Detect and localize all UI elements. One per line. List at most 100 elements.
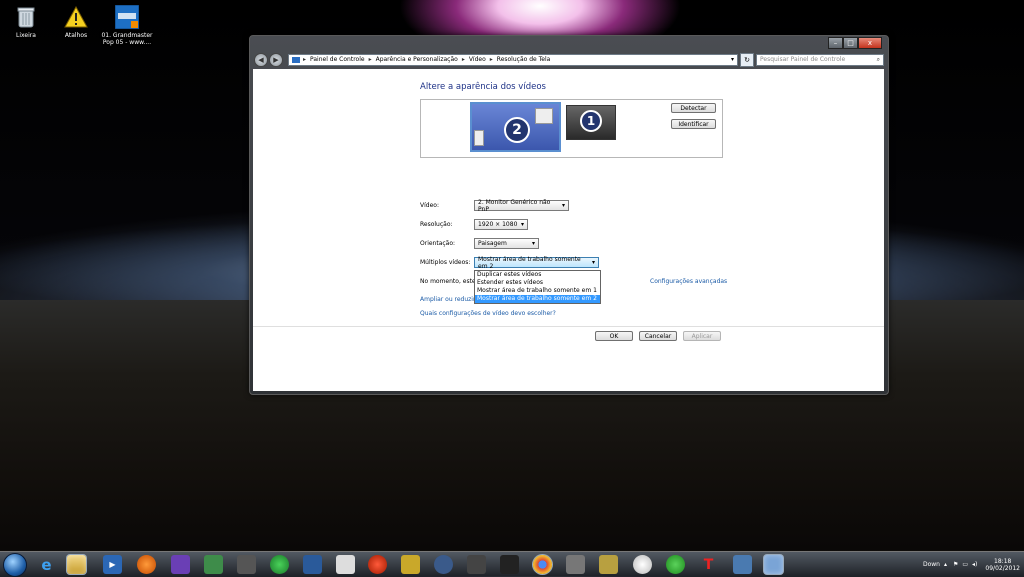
- video-select-value: 2. Monitor Genérico não PnP: [478, 198, 551, 213]
- chevron-down-icon: ▾: [591, 259, 595, 266]
- monitor-arrangement: 2 1 Detectar Identificar: [420, 99, 723, 158]
- ok-button[interactable]: OK: [595, 331, 633, 341]
- clock-date: 09/02/2012: [985, 564, 1020, 572]
- network-icon[interactable]: ▭: [962, 561, 968, 568]
- app-icon[interactable]: [500, 555, 519, 574]
- utorrent-icon[interactable]: [666, 555, 685, 574]
- breadcrumb-appearance[interactable]: Aparência e Personalização: [376, 56, 458, 63]
- app-icon[interactable]: [733, 555, 752, 574]
- monitor-2[interactable]: 2: [470, 102, 561, 152]
- video-label: Vídeo:: [420, 202, 439, 209]
- breadcrumb-control-panel[interactable]: Painel de Controle: [310, 56, 365, 63]
- chevron-right-icon: ▸: [461, 56, 465, 63]
- document-icon[interactable]: [336, 555, 355, 574]
- desktop-icon-music-file[interactable]: 01. Grandmaster Pop 05 - www....: [101, 5, 153, 46]
- desktop-icon-label: 01. Grandmaster Pop 05 - www....: [101, 32, 153, 46]
- chevron-right-icon: ▸: [489, 56, 493, 63]
- chevron-down-icon: ▾: [561, 202, 565, 209]
- multiple-displays-label: Múltiplos vídeos:: [420, 259, 471, 266]
- chevron-up-icon[interactable]: ▴: [944, 561, 947, 568]
- warning-icon: [64, 5, 88, 29]
- navigation-bar: ◀ ▶ ▸ Painel de Controle ▸ Aparência e P…: [254, 52, 884, 67]
- apply-button[interactable]: Aplicar: [683, 331, 721, 341]
- multiple-displays-select[interactable]: Mostrar área de trabalho somente em 2 ▾: [474, 255, 599, 270]
- forward-button[interactable]: ▶: [269, 52, 283, 67]
- breadcrumb-screen-resolution[interactable]: Resolução de Tela: [497, 56, 551, 63]
- orientation-label: Orientação:: [420, 240, 456, 247]
- address-bar[interactable]: ▸ Painel de Controle ▸ Aparência e Perso…: [288, 53, 738, 66]
- display-settings-icon[interactable]: [764, 555, 783, 574]
- app-icon[interactable]: [467, 555, 486, 574]
- breadcrumb-video[interactable]: Vídeo: [469, 56, 486, 63]
- monitor-1[interactable]: 1: [566, 105, 616, 140]
- app-icon[interactable]: [434, 555, 453, 574]
- flag-icon[interactable]: ⚑: [953, 561, 958, 568]
- window-content: Altere a aparência dos vídeos 2 1 Detect…: [253, 69, 884, 391]
- desktop-icon-label: Atalhos: [64, 32, 88, 39]
- clock[interactable]: 18:18 09/02/2012: [985, 558, 1020, 572]
- dropdown-option-only-1[interactable]: Mostrar área de trabalho somente em 1: [475, 287, 600, 295]
- orientation-select[interactable]: Paisagem ▾: [474, 238, 539, 249]
- back-button[interactable]: ◀: [254, 52, 268, 67]
- search-input[interactable]: Pesquisar Painel de Controle ⌕: [756, 53, 884, 66]
- app-icon[interactable]: T: [699, 555, 718, 574]
- window-thumbnail-icon: [474, 130, 484, 146]
- taskbar: e ▶ T Down ▴ ⚑ ▭ ◂) 18:18 09/02/2012: [0, 551, 1024, 577]
- chevron-down-icon: ▾: [520, 221, 524, 228]
- xbox-icon[interactable]: [270, 555, 289, 574]
- app-icon[interactable]: [237, 555, 256, 574]
- file-explorer-icon[interactable]: [67, 555, 86, 574]
- resolution-select[interactable]: 1920 × 1080 ▾: [474, 219, 528, 230]
- minimize-button[interactable]: –: [828, 37, 843, 49]
- dropdown-option-only-2[interactable]: Mostrar área de trabalho somente em 2: [475, 295, 600, 303]
- window-thumbnail-icon: [535, 108, 553, 124]
- dropdown-option-extend[interactable]: Estender estes vídeos: [475, 279, 600, 287]
- status-text: No momento, este: [420, 278, 476, 285]
- multiple-displays-select-value: Mostrar área de trabalho somente em 2: [478, 255, 581, 270]
- identify-button[interactable]: Identificar: [671, 119, 716, 129]
- desktop-icon-atalhos[interactable]: Atalhos: [50, 5, 102, 39]
- app-icon[interactable]: [401, 555, 420, 574]
- caption-buttons: – □ x: [828, 37, 882, 49]
- app-icon[interactable]: [599, 555, 618, 574]
- media-app-icon[interactable]: [137, 555, 156, 574]
- media-player-icon[interactable]: ▶: [103, 555, 122, 574]
- multiple-displays-dropdown: Duplicar estes vídeos Estender estes víd…: [474, 270, 601, 304]
- help-display-settings-link[interactable]: Quais configurações de vídeo devo escolh…: [420, 310, 556, 317]
- internet-explorer-icon[interactable]: e: [37, 555, 56, 574]
- refresh-icon: ↻: [744, 55, 750, 64]
- desktop-icon-recycle-bin[interactable]: Lixeira: [0, 5, 52, 39]
- maximize-button[interactable]: □: [843, 37, 858, 49]
- chevron-down-icon: ▾: [531, 240, 535, 247]
- app-icon[interactable]: [171, 555, 190, 574]
- detect-button[interactable]: Detectar: [671, 103, 716, 113]
- search-icon: ⌕: [876, 55, 880, 63]
- page-title: Altere a aparência dos vídeos: [420, 82, 546, 92]
- arrow-left-icon: ◀: [258, 55, 264, 64]
- chevron-down-icon[interactable]: ▾: [731, 56, 734, 63]
- desktop-icon-label: Lixeira: [16, 32, 36, 39]
- chrome-icon[interactable]: [533, 555, 552, 574]
- refresh-button[interactable]: ↻: [740, 52, 754, 67]
- app-icon[interactable]: [633, 555, 652, 574]
- start-button[interactable]: [3, 553, 27, 577]
- app-icon[interactable]: [303, 555, 322, 574]
- advanced-settings-link[interactable]: Configurações avançadas: [650, 278, 727, 285]
- tools-icon[interactable]: [566, 555, 585, 574]
- control-panel-icon: [292, 56, 300, 63]
- zoom-text-link[interactable]: Ampliar ou reduzir: [420, 296, 475, 303]
- recycle-bin-icon: [14, 5, 38, 29]
- cancel-button[interactable]: Cancelar: [639, 331, 677, 341]
- resolution-label: Resolução:: [420, 221, 453, 228]
- dropdown-option-duplicate[interactable]: Duplicar estes vídeos: [475, 271, 600, 279]
- video-select[interactable]: 2. Monitor Genérico não PnP ▾: [474, 198, 569, 213]
- screen-resolution-window: – □ x ◀ ▶ ▸ Painel de Controle ▸ Aparênc…: [249, 35, 889, 395]
- chevron-right-icon: ▸: [368, 56, 372, 63]
- app-icon[interactable]: [368, 555, 387, 574]
- system-tray: Down ▴ ⚑ ▭ ◂) 18:18 09/02/2012: [923, 552, 1020, 577]
- volume-icon[interactable]: ◂): [972, 561, 977, 568]
- app-icon[interactable]: [204, 555, 223, 574]
- tray-text: Down: [922, 561, 940, 568]
- close-button[interactable]: x: [858, 37, 882, 49]
- monitor-number-badge: 2: [504, 117, 530, 143]
